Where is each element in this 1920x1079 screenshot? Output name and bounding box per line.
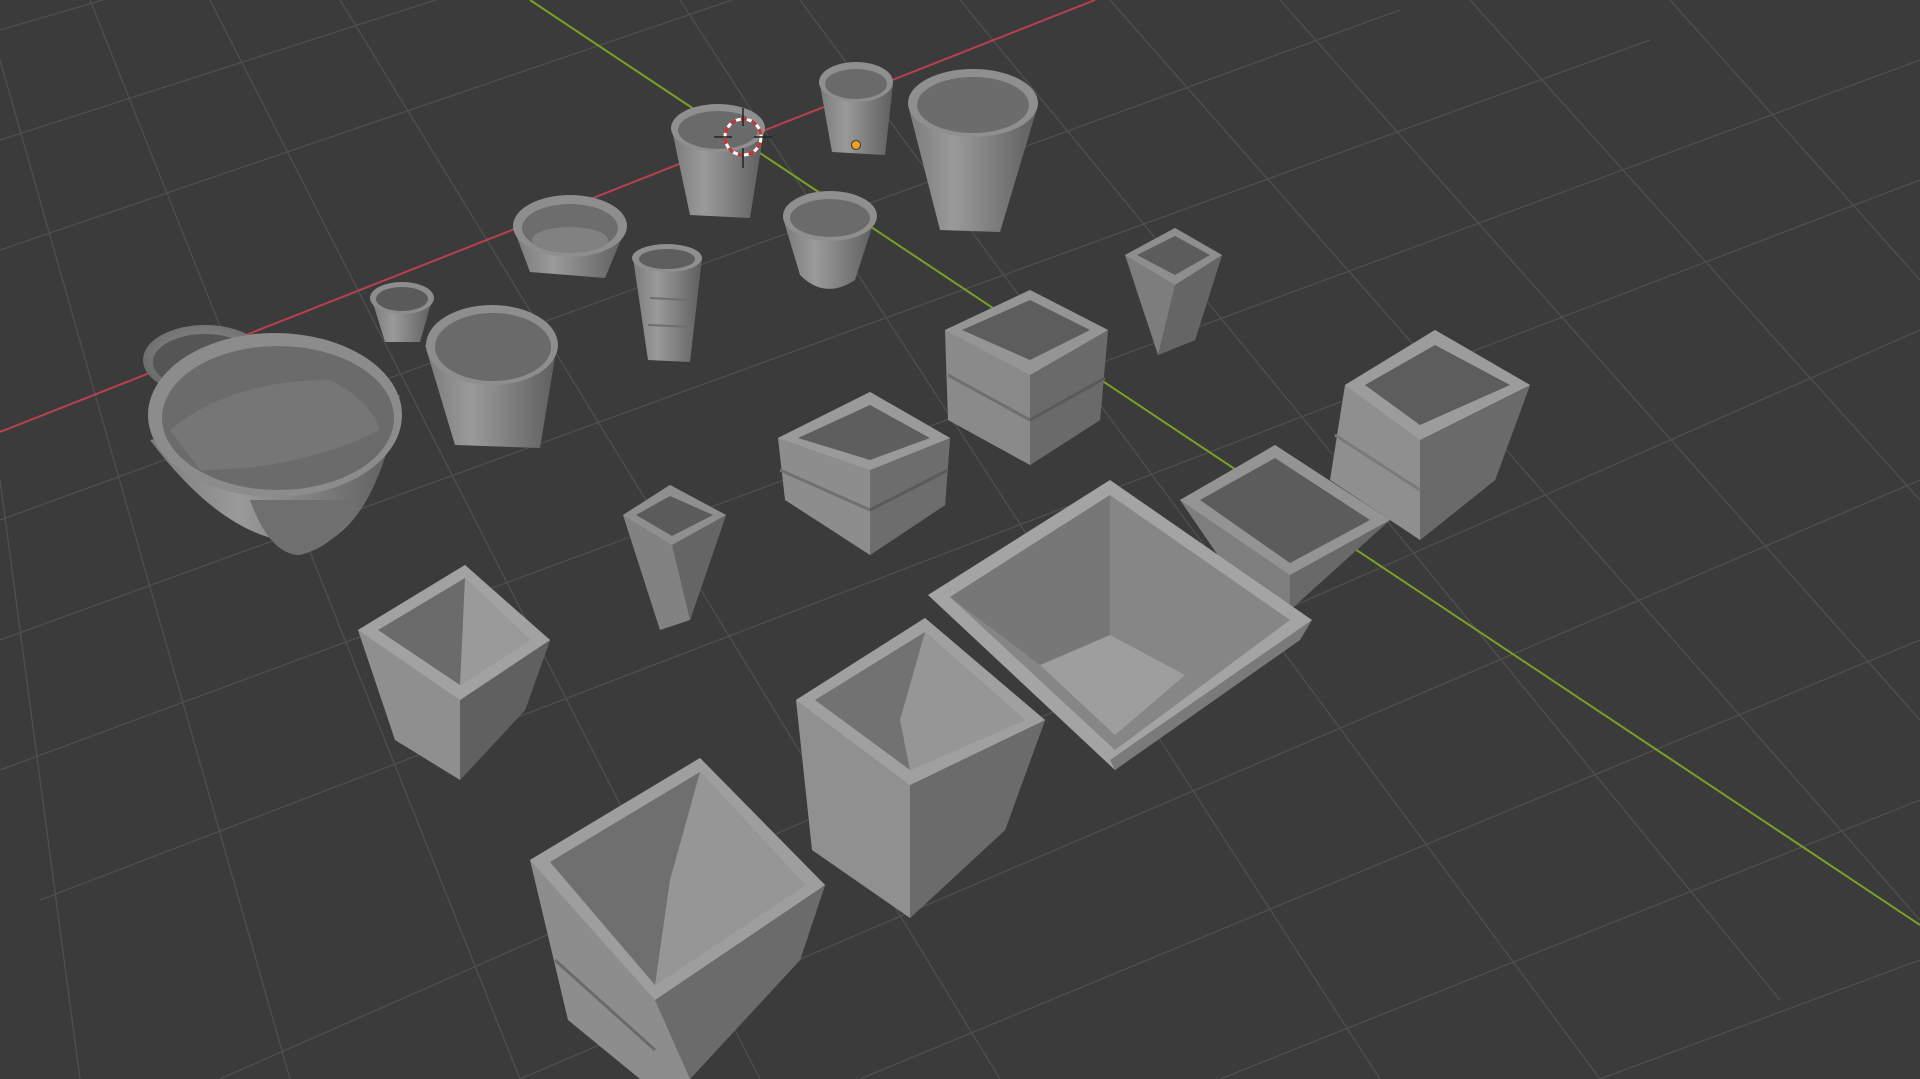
viewport-canvas[interactable]	[0, 0, 1920, 1079]
pot-square-ridged-medium[interactable]	[945, 290, 1108, 465]
pot-square-slim-center[interactable]	[623, 485, 726, 630]
pot-square-open-left[interactable]	[358, 565, 550, 780]
pot-square-ridged-front[interactable]	[530, 758, 825, 1079]
object-origin	[851, 140, 861, 150]
pot-square-tall-small[interactable]	[1125, 228, 1222, 355]
pot-square-ridged-low[interactable]	[778, 392, 950, 555]
pot-round-bell[interactable]	[783, 191, 877, 289]
pot-round-wide-bowl[interactable]	[148, 333, 402, 555]
3d-viewport[interactable]	[0, 0, 1920, 1079]
pot-round-medium[interactable]	[425, 305, 558, 448]
pot-octagonal-tall[interactable]	[632, 244, 702, 362]
pot-round-shallow-dish[interactable]	[513, 195, 627, 278]
pot-round-tall-back-right[interactable]	[908, 69, 1038, 232]
